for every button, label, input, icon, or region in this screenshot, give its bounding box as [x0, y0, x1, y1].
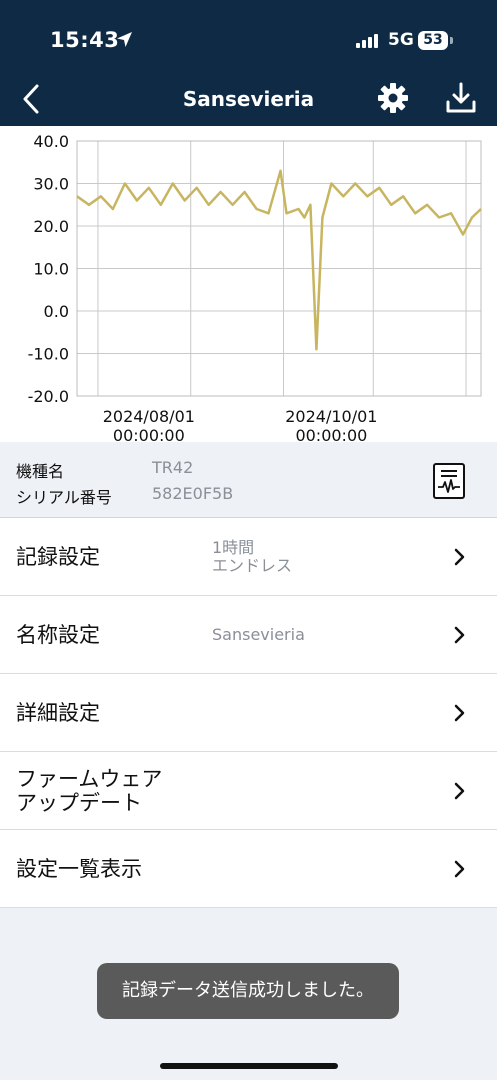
chevron-right-icon: [454, 860, 465, 878]
status-bar: 15:43 5G 53: [0, 0, 497, 80]
nav-bar: Sansevieria: [0, 72, 497, 126]
home-indicator[interactable]: [160, 1063, 338, 1069]
temperature-chart[interactable]: 40.0 30.0 20.0 10.0 0.0 -10.0 -20.0 2024/08/01 0…: [0, 126, 497, 442]
chart-canvas: 40.030.020.010.00.0-10.0-20.02024/08/010…: [28, 132, 482, 442]
cellular-signal-icon: [356, 34, 378, 48]
chevron-right-icon: [454, 626, 465, 644]
toast-message: 記録データ送信成功しました。: [97, 963, 399, 1019]
x-tick-label-time: 00:00:00: [113, 426, 185, 442]
model-label: 機種名: [16, 462, 65, 481]
firmware-label-line1: ファームウェア: [16, 767, 163, 791]
settings-list-view-row[interactable]: 設定一覧表示: [0, 830, 497, 908]
recording-interval-value: 1時間: [212, 538, 255, 557]
recording-mode-value: エンドレス: [212, 556, 293, 575]
device-name-value: Sansevieria: [212, 625, 305, 644]
serial-label: シリアル番号: [16, 488, 112, 507]
name-settings-row[interactable]: 名称設定 Sansevieria: [0, 596, 497, 674]
settings-list: 記録設定 1時間 エンドレス 名称設定 Sansevieria 詳細設定 ファー…: [0, 518, 497, 908]
detail-settings-row[interactable]: 詳細設定: [0, 674, 497, 752]
y-tick-label: -20.0: [28, 387, 69, 406]
x-tick-label-date: 2024/10/01: [285, 407, 377, 426]
recording-settings-row[interactable]: 記録設定 1時間 エンドレス: [0, 518, 497, 596]
location-arrow-icon: [117, 32, 132, 47]
firmware-update-row[interactable]: ファームウェア アップデート: [0, 752, 497, 830]
temperature-series-line: [76, 169, 482, 351]
network-type: 5G: [388, 30, 414, 50]
y-tick-label: 20.0: [33, 217, 69, 236]
x-tick-label-date: 2024/08/01: [103, 407, 195, 426]
chevron-right-icon: [454, 548, 465, 566]
y-tick-label: -10.0: [28, 345, 69, 364]
page-title: Sansevieria: [182, 87, 315, 111]
firmware-label-line2: アップデート: [16, 791, 142, 815]
chevron-right-icon: [454, 782, 465, 800]
serial-value: 582E0F5B: [152, 484, 234, 503]
battery-icon: 53: [418, 31, 448, 50]
name-settings-label: 名称設定: [16, 623, 100, 647]
battery-tip: [450, 37, 453, 44]
model-value: TR42: [152, 458, 194, 477]
y-tick-label: 40.0: [33, 132, 69, 151]
recording-settings-label: 記録設定: [16, 545, 100, 569]
status-time: 15:43: [50, 28, 120, 52]
x-tick-label-time: 00:00:00: [295, 426, 367, 442]
y-tick-label: 10.0: [33, 260, 69, 279]
gear-icon[interactable]: [376, 81, 410, 115]
waveform-report-icon[interactable]: [432, 462, 466, 500]
settings-list-view-label: 設定一覧表示: [16, 857, 142, 881]
detail-settings-label: 詳細設定: [16, 701, 100, 725]
y-tick-label: 30.0: [33, 175, 69, 194]
chevron-right-icon: [454, 704, 465, 722]
y-tick-label: 0.0: [44, 302, 69, 321]
download-icon[interactable]: [444, 80, 478, 116]
device-info-panel: 機種名 TR42 シリアル番号 582E0F5B: [0, 442, 497, 518]
